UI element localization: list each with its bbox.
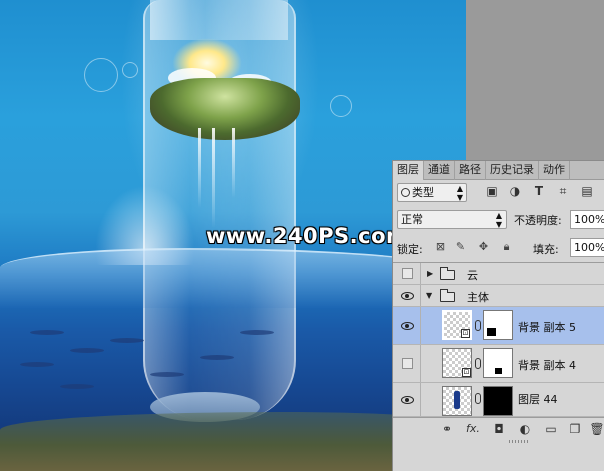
layer-row[interactable]: 图层 44 [393, 383, 604, 417]
layer-name: 背景 副本 5 [518, 321, 576, 334]
tab-history[interactable]: 历史记录 [486, 161, 539, 180]
delete-layer-icon[interactable]: 🗑︎ [589, 421, 604, 437]
fish [70, 348, 104, 353]
waterfall [232, 128, 235, 198]
lock-pixels-icon[interactable]: ✎ [454, 240, 467, 253]
new-layer-icon[interactable]: ❐ [567, 421, 583, 437]
tab-actions[interactable]: 动作 [539, 161, 570, 180]
layer-row-selected[interactable]: ⊡ 背景 副本 5 [393, 307, 604, 345]
layer-mask-thumbnail[interactable] [483, 348, 513, 378]
watermark: www.240PS.com [206, 224, 409, 248]
opacity-field[interactable]: 100% [570, 210, 604, 229]
fish [240, 330, 274, 335]
waterfall [212, 128, 215, 228]
image-filter-icon[interactable]: ▣ [485, 184, 499, 199]
tab-paths[interactable]: 路径 [455, 161, 486, 180]
layer-thumbnail [442, 386, 472, 416]
layer-row[interactable]: ⊡ 背景 副本 4 [393, 345, 604, 383]
layer-row-group[interactable]: ▼ 主体 [393, 285, 604, 307]
kind-filter-value: 类型 [412, 186, 434, 199]
shape-filter-icon[interactable]: ⌗ [556, 184, 570, 199]
smart-object-filter-icon[interactable]: ▤ [580, 184, 594, 199]
divider [420, 345, 421, 382]
tab-layers[interactable]: 图层 [393, 161, 424, 180]
link-icon[interactable] [475, 393, 481, 404]
layers-toolbar: ⚭ fx. ◘ ◐ ▭ ❐ 🗑︎ [393, 417, 604, 439]
fish [200, 355, 234, 360]
divider [420, 383, 421, 416]
layer-thumbnail: ⊡ [442, 348, 472, 378]
photoshop-workspace: www.240PS.com 图层 通道 路径 历史记录 动作 类型 ▲ ▼ ▣ ◑… [0, 0, 604, 471]
smart-object-icon: ⊡ [461, 329, 470, 338]
layer-row-group[interactable]: ▶ 云 [393, 263, 604, 285]
panel-tabs: 图层 通道 路径 历史记录 动作 [393, 161, 604, 180]
floating-island [150, 78, 300, 140]
folder-open-icon [440, 289, 455, 302]
lock-position-icon[interactable]: ✥ [477, 240, 490, 253]
divider [420, 307, 421, 344]
blend-mode-select[interactable]: 正常 ▲ ▼ [397, 210, 507, 229]
select-arrows-icon: ▲ ▼ [456, 184, 463, 202]
fish [30, 330, 64, 335]
bubble [330, 95, 352, 117]
tab-channels[interactable]: 通道 [424, 161, 455, 180]
bottle-neck [150, 0, 288, 40]
chevron-down-icon[interactable]: ▼ [426, 291, 432, 300]
link-icon[interactable] [475, 320, 481, 331]
lock-transparent-icon[interactable]: ⊠ [434, 240, 447, 253]
fish [110, 338, 144, 343]
layer-name: 图层 44 [518, 393, 558, 406]
visibility-toggle[interactable] [402, 268, 413, 279]
visibility-toggle[interactable] [402, 358, 413, 369]
eye-icon[interactable] [401, 292, 414, 300]
add-mask-icon[interactable]: ◘ [491, 421, 507, 437]
bubble [122, 62, 138, 78]
layer-mask-thumbnail[interactable] [483, 386, 513, 416]
eye-icon[interactable] [401, 322, 414, 330]
divider [420, 285, 421, 306]
resize-grip[interactable] [509, 440, 529, 443]
layer-list: ▶ 云 ▼ 主体 ⊡ 背景 副本 5 ⊡ 背景 副本 4 图层 44 [393, 262, 604, 417]
type-filter-icon[interactable]: T [532, 184, 546, 199]
fill-field[interactable]: 100% [570, 238, 604, 257]
opacity-label: 不透明度: [514, 214, 562, 227]
link-icon[interactable] [475, 358, 481, 369]
layer-thumbnail: ⊡ [442, 310, 472, 340]
layer-name: 云 [467, 269, 478, 282]
fx-icon[interactable]: fx. [465, 421, 481, 437]
layer-name: 背景 副本 4 [518, 359, 576, 372]
folder-icon [440, 267, 455, 280]
lock-label: 锁定: [397, 243, 423, 256]
lock-all-icon[interactable]: 🔒︎ [500, 240, 513, 253]
fish [60, 384, 94, 389]
layer-mask-thumbnail[interactable] [483, 310, 513, 340]
search-icon [401, 188, 410, 197]
fish [20, 362, 54, 367]
kind-filter-select[interactable]: 类型 ▲ ▼ [397, 183, 467, 202]
smart-object-icon: ⊡ [462, 368, 471, 377]
blend-mode-value: 正常 [401, 213, 423, 226]
waterfall [198, 128, 201, 208]
layers-panel: 图层 通道 路径 历史记录 动作 类型 ▲ ▼ ▣ ◑ T ⌗ ▤ 正常 ▲ ▼ 不… [392, 160, 604, 471]
divider [420, 263, 421, 284]
fill-label: 填充: [533, 243, 559, 256]
select-arrows-icon: ▲ ▼ [495, 211, 502, 229]
adjustment-filter-icon[interactable]: ◑ [508, 184, 522, 199]
link-layers-icon[interactable]: ⚭ [439, 421, 455, 437]
bubble [84, 58, 118, 92]
chevron-right-icon[interactable]: ▶ [427, 269, 433, 278]
adjustment-layer-icon[interactable]: ◐ [517, 421, 533, 437]
new-group-icon[interactable]: ▭ [543, 421, 559, 437]
fish [150, 372, 184, 377]
layer-name: 主体 [467, 291, 489, 304]
eye-icon[interactable] [401, 396, 414, 404]
